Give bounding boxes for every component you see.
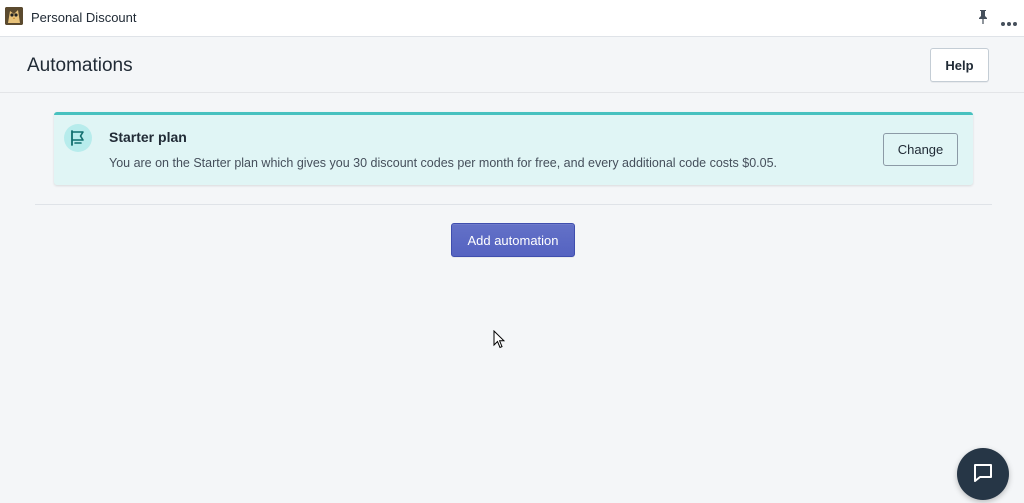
flag-icon	[64, 124, 92, 152]
mouse-cursor-icon	[493, 329, 506, 349]
change-plan-button[interactable]: Change	[883, 133, 958, 166]
app-name: Personal Discount	[31, 10, 137, 25]
banner-title: Starter plan	[109, 129, 187, 145]
pin-icon[interactable]	[976, 9, 990, 25]
help-button[interactable]: Help	[930, 48, 989, 82]
page-header: Automations Help	[0, 37, 1024, 93]
chat-button[interactable]	[957, 448, 1009, 500]
owl-logo-icon	[5, 7, 23, 25]
titlebar: Personal Discount	[0, 0, 1024, 37]
more-icon[interactable]	[1000, 14, 1018, 26]
divider	[35, 204, 992, 205]
chat-icon	[974, 464, 992, 482]
add-automation-button[interactable]: Add automation	[451, 223, 575, 257]
plan-banner: Starter plan You are on the Starter plan…	[54, 112, 973, 185]
banner-text: You are on the Starter plan which gives …	[109, 156, 778, 170]
page-title: Automations	[27, 55, 133, 76]
